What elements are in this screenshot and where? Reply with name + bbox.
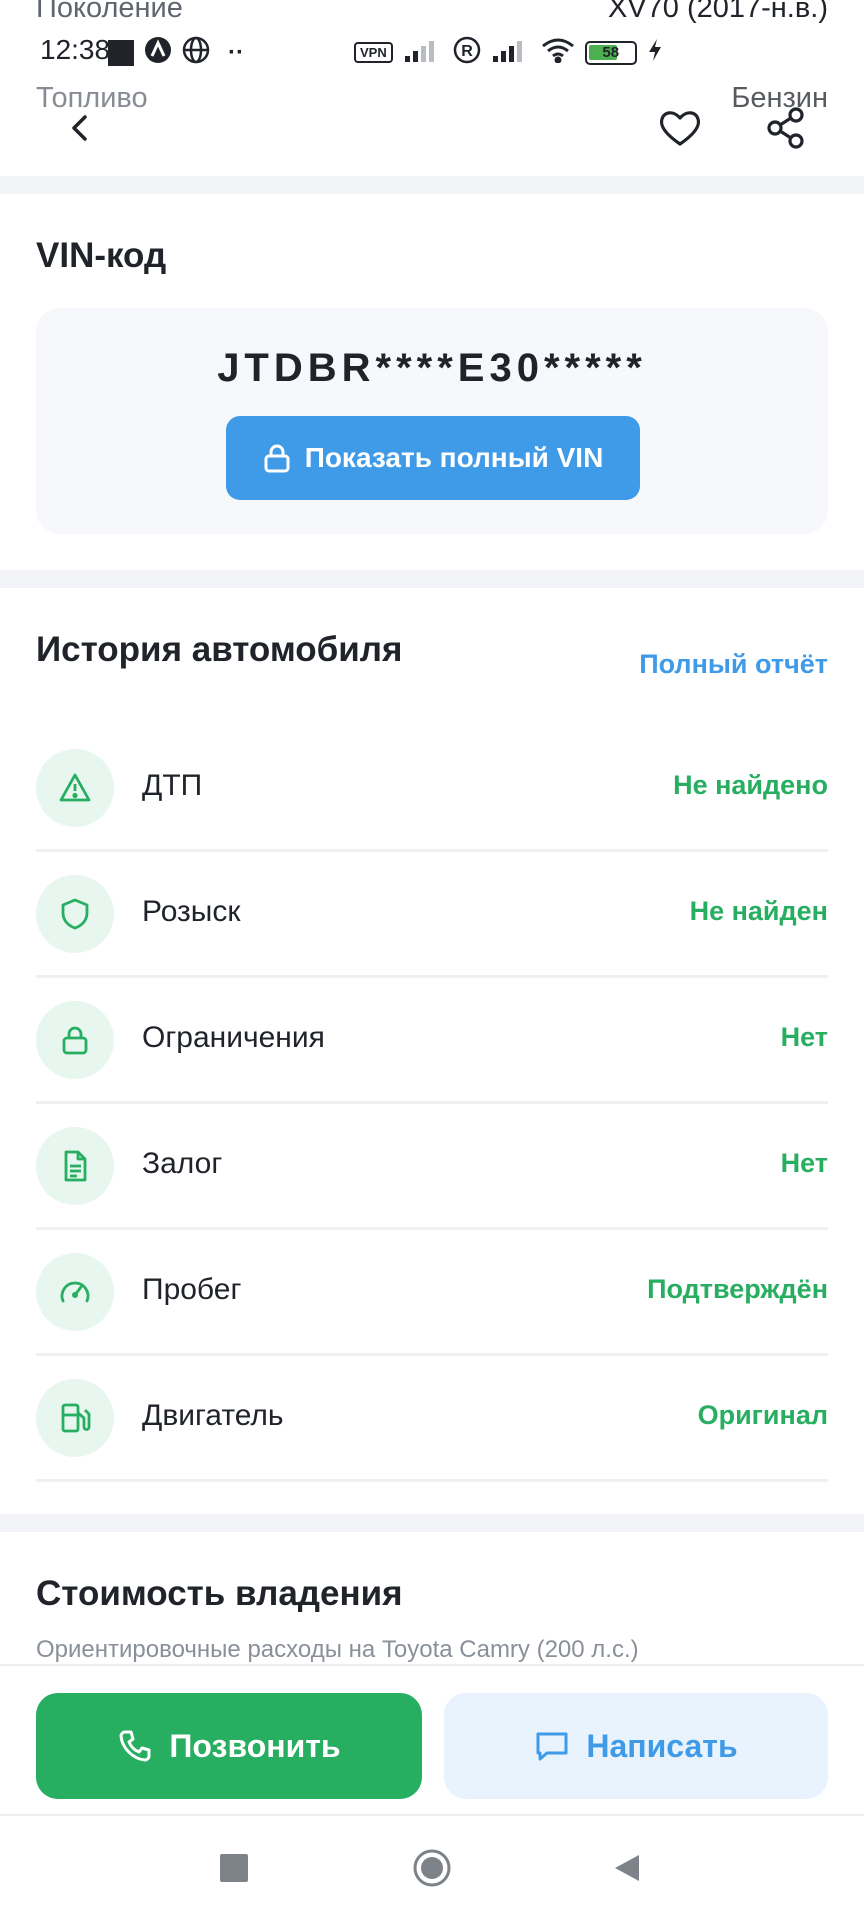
history-row-label: Залог xyxy=(142,1147,223,1180)
charging-icon xyxy=(647,38,663,67)
warning-icon xyxy=(36,749,114,827)
history-row-label: Розыск xyxy=(142,895,241,928)
status-time: 12:38 xyxy=(40,34,111,65)
recent-apps-button[interactable] xyxy=(220,1854,248,1882)
back-button[interactable] xyxy=(52,100,108,156)
status-system-icons: VPN R 58 xyxy=(354,36,663,69)
call-label: Позвонить xyxy=(169,1727,341,1764)
chevron-left-icon xyxy=(72,115,87,141)
header-divider xyxy=(0,176,864,194)
show-full-vin-button[interactable]: Показать полный VIN xyxy=(226,416,640,500)
battery-level: 58 xyxy=(602,43,620,61)
document-icon xyxy=(36,1127,114,1205)
show-full-vin-label: Показать полный VIN xyxy=(304,442,604,473)
shield-icon xyxy=(36,875,114,953)
fuel-icon xyxy=(36,1379,114,1457)
signal-2-icon xyxy=(491,38,531,67)
history-row-status: Нет xyxy=(780,1148,828,1178)
section-divider xyxy=(0,570,864,588)
message-label: Написать xyxy=(586,1727,738,1764)
share-icon xyxy=(767,107,804,149)
phone-icon xyxy=(119,1730,151,1762)
back-nav-button[interactable] xyxy=(612,1852,642,1889)
history-row-status: Оригинал xyxy=(697,1400,828,1430)
system-nav-bar xyxy=(0,1814,864,1920)
wifi-icon xyxy=(541,37,575,68)
home-circle-icon xyxy=(413,1849,451,1887)
speedometer-icon xyxy=(36,1253,114,1331)
ownership-section-title: Стоимость владения xyxy=(36,1574,403,1613)
history-row-status: Не найдено xyxy=(673,770,828,800)
more-dots-icon: ·· xyxy=(228,38,244,66)
history-row-status: Не найден xyxy=(689,896,828,926)
ownership-subtitle: Ориентировочные расходы на Toyota Camry … xyxy=(36,1636,639,1663)
section-divider xyxy=(0,1514,864,1532)
history-row-wanted[interactable]: Розыск Не найден xyxy=(36,852,828,978)
message-button[interactable]: Написать xyxy=(444,1693,828,1799)
square-icon xyxy=(108,39,134,66)
vin-section-title: VIN-код xyxy=(36,236,167,275)
heart-icon xyxy=(659,111,701,146)
history-row-mileage[interactable]: Пробег Подтверждён xyxy=(36,1230,828,1356)
vpn-icon: VPN xyxy=(354,42,393,63)
history-row-status: Подтверждён xyxy=(647,1274,828,1304)
action-bar: Позвонить Написать xyxy=(0,1664,864,1814)
vin-card: JTDBR****E30***** Показать полный VIN xyxy=(36,308,828,534)
history-row-restrictions[interactable]: Ограничения Нет xyxy=(36,978,828,1104)
svg-text:R: R xyxy=(461,43,473,60)
lock-icon xyxy=(264,444,290,473)
chat-icon xyxy=(536,1732,568,1761)
history-row-accident[interactable]: ДТП Не найдено xyxy=(36,726,828,852)
favorite-button[interactable] xyxy=(652,100,708,156)
vin-code: JTDBR****E30***** xyxy=(217,346,647,390)
home-button[interactable] xyxy=(412,1848,452,1893)
history-row-label: Двигатель xyxy=(142,1399,284,1432)
history-row-label: Ограничения xyxy=(142,1021,325,1054)
battery-icon: 58 xyxy=(584,40,637,65)
history-row-engine[interactable]: Двигатель Оригинал xyxy=(36,1356,828,1482)
lock-icon xyxy=(36,1001,114,1079)
history-row-status: Нет xyxy=(780,1022,828,1052)
app-a-icon xyxy=(144,36,172,69)
signal-icon xyxy=(403,38,443,67)
roaming-icon: R xyxy=(453,36,481,69)
history-section-title: История автомобиля xyxy=(36,630,403,669)
share-button[interactable] xyxy=(758,100,814,156)
spec-label-generation: Поколение xyxy=(36,0,183,24)
globe-icon xyxy=(182,36,210,69)
history-row-pledge[interactable]: Залог Нет xyxy=(36,1104,828,1230)
status-notification-icons: ·· xyxy=(108,36,244,69)
call-button[interactable]: Позвонить xyxy=(36,1693,422,1799)
status-bar: 12:38 ·· VPN R 58 xyxy=(0,28,864,76)
full-report-link[interactable]: Полный отчёт xyxy=(639,649,828,680)
history-row-label: Пробег xyxy=(142,1273,242,1306)
triangle-back-icon xyxy=(615,1855,639,1881)
spec-value-generation: XV70 (2017-н.в.) xyxy=(607,0,828,24)
history-row-label: ДТП xyxy=(142,769,203,802)
